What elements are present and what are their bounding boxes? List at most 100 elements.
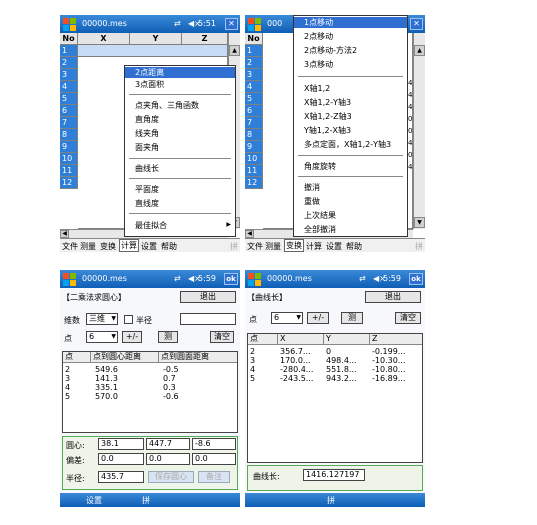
- result-list[interactable]: 点 点到圆心距离 点到圆面距离 2 549.6 -0.5 3 141.3 0.7…: [62, 351, 238, 433]
- grid-row-header[interactable]: 10: [245, 153, 263, 165]
- menu-item-x12-y3[interactable]: X轴1,2-Y轴3: [294, 97, 351, 108]
- list-header-dist-center[interactable]: 点到圆心距离: [91, 352, 159, 363]
- grid-row-header[interactable]: 10: [60, 153, 78, 165]
- list-header-x[interactable]: X: [278, 334, 324, 345]
- radius-input[interactable]: [180, 313, 236, 325]
- scroll-left-icon[interactable]: ◀: [60, 230, 69, 238]
- center-x-field[interactable]: 38.1: [98, 438, 144, 450]
- menu-item-curve-length[interactable]: 曲线长: [125, 163, 159, 174]
- dev-y-field[interactable]: 0.0: [146, 453, 190, 465]
- plus-minus-button[interactable]: +/-: [122, 331, 142, 343]
- signal-icon[interactable]: ⇄: [359, 274, 366, 283]
- grid-row-header[interactable]: 9: [60, 141, 78, 153]
- vertical-scrollbar[interactable]: ▲ ▼: [413, 33, 425, 229]
- grid-row-header[interactable]: 7: [60, 117, 78, 129]
- menu-item-1pt-move[interactable]: 1点移动: [294, 17, 407, 28]
- dev-x-field[interactable]: 0.0: [98, 453, 144, 465]
- menu-item-flatness[interactable]: 平面度: [125, 184, 159, 195]
- list-header-point[interactable]: 点: [248, 334, 278, 345]
- grid-row-header[interactable]: 12: [60, 177, 78, 189]
- list-header-y[interactable]: Y: [324, 334, 370, 345]
- measure-button[interactable]: 测: [341, 312, 363, 324]
- scroll-down-icon[interactable]: ▼: [414, 217, 425, 228]
- menu-item-straightness[interactable]: 直线度: [125, 198, 159, 209]
- grid-row-header[interactable]: 3: [245, 69, 263, 81]
- menu-item-line-angle[interactable]: 线夹角: [125, 128, 159, 139]
- save-center-button[interactable]: 保存圆心: [148, 471, 194, 483]
- grid-row-header[interactable]: 9: [245, 141, 263, 153]
- dev-z-field[interactable]: 0.0: [192, 453, 236, 465]
- grid-header-z[interactable]: Z: [182, 33, 228, 45]
- grid-row-header[interactable]: 5: [245, 93, 263, 105]
- menu-item-y12-x3[interactable]: Y轴1,2-X轴3: [294, 125, 351, 136]
- windows-start-icon[interactable]: [247, 17, 262, 31]
- settings-softkey[interactable]: 设置: [86, 495, 102, 506]
- menu-item-best-fit[interactable]: 最佳拟合: [125, 220, 167, 231]
- list-header-point[interactable]: 点: [63, 352, 91, 363]
- scroll-left-icon[interactable]: ◀: [245, 230, 254, 238]
- menu-settings[interactable]: 设置: [326, 241, 342, 252]
- menu-item-plane-angle[interactable]: 面夹角: [125, 142, 159, 153]
- grid-row-header[interactable]: 6: [60, 105, 78, 117]
- clock[interactable]: 5:59: [383, 274, 401, 283]
- menu-item-undo-all[interactable]: 全部撤消: [294, 224, 336, 235]
- note-button[interactable]: 备注: [198, 471, 230, 483]
- menu-transform[interactable]: 变换: [284, 239, 304, 252]
- signal-icon[interactable]: ⇄: [174, 19, 181, 28]
- grid-row-header[interactable]: 7: [245, 117, 263, 129]
- plus-minus-button[interactable]: +/-: [307, 312, 329, 324]
- point-select[interactable]: 6 ▼: [271, 312, 303, 324]
- menu-item-rotate[interactable]: 角度旋转: [294, 161, 336, 172]
- menu-item-right-angle[interactable]: 直角度: [125, 114, 159, 125]
- menu-file[interactable]: 文件: [247, 241, 263, 252]
- menu-calculate[interactable]: 计算: [119, 239, 139, 252]
- menu-help[interactable]: 帮助: [161, 241, 177, 252]
- grid-row-header[interactable]: 3: [60, 69, 78, 81]
- clear-button[interactable]: 清空: [210, 331, 234, 343]
- keyboard-icon[interactable]: 拼: [327, 495, 335, 506]
- signal-icon[interactable]: ⇄: [174, 274, 181, 283]
- grid-row-header[interactable]: 2: [60, 57, 78, 69]
- grid-row-header[interactable]: 6: [245, 105, 263, 117]
- center-z-field[interactable]: -8.6: [192, 438, 236, 450]
- grid-row-header[interactable]: 5: [60, 93, 78, 105]
- radius-checkbox[interactable]: [124, 315, 133, 324]
- menu-item-redo[interactable]: 重做: [294, 196, 320, 207]
- windows-start-icon[interactable]: [247, 272, 262, 286]
- close-icon[interactable]: ✕: [410, 18, 423, 30]
- exit-button[interactable]: 退出: [180, 291, 236, 303]
- menu-item-3pt-move[interactable]: 3点移动: [294, 59, 333, 70]
- point-list[interactable]: 点 X Y Z 2 356.7... 0 -0.199... 3 170.0..…: [247, 333, 423, 463]
- list-header-z[interactable]: Z: [370, 334, 422, 345]
- keyboard-icon[interactable]: 拼: [142, 495, 150, 506]
- grid-header-no[interactable]: No: [245, 33, 263, 45]
- menu-help[interactable]: 帮助: [346, 241, 362, 252]
- menu-settings[interactable]: 设置: [141, 241, 157, 252]
- close-icon[interactable]: ✕: [225, 18, 238, 30]
- menu-file[interactable]: 文件: [62, 241, 78, 252]
- menu-item-x-axis-12[interactable]: X轴1,2: [294, 83, 330, 94]
- grid-row-header[interactable]: 4: [245, 81, 263, 93]
- menu-item-multi-plane[interactable]: 多点定面，X轴1,2-Y轴3: [294, 139, 391, 150]
- menu-transform[interactable]: 变换: [100, 241, 116, 252]
- exit-button[interactable]: 退出: [365, 291, 421, 303]
- curve-length-field[interactable]: 1416.127197: [303, 469, 365, 481]
- grid-row-header[interactable]: 2: [245, 57, 263, 69]
- menu-item-2pt-move[interactable]: 2点移动: [294, 31, 333, 42]
- measure-button[interactable]: 测: [158, 331, 178, 343]
- menu-item-3pt-area[interactable]: 3点面积: [125, 79, 164, 90]
- dimension-select[interactable]: 三维 ▼: [86, 313, 118, 325]
- grid-header-x[interactable]: X: [78, 33, 130, 45]
- clear-button[interactable]: 清空: [395, 312, 421, 324]
- grid-row-header[interactable]: 11: [245, 165, 263, 177]
- ok-button[interactable]: ok: [409, 273, 423, 285]
- menu-item-2pt-move-method2[interactable]: 2点移动-方法2: [294, 45, 357, 56]
- clock[interactable]: 5:51: [198, 19, 216, 28]
- grid-header-no[interactable]: No: [60, 33, 78, 45]
- scroll-up-icon[interactable]: ▲: [414, 45, 425, 56]
- keyboard-icon[interactable]: 拼: [415, 241, 423, 252]
- menu-item-x12-z3[interactable]: X轴1,2-Z轴3: [294, 111, 352, 122]
- r-value-field[interactable]: 435.7: [98, 471, 144, 483]
- menu-measure[interactable]: 测量: [80, 241, 96, 252]
- menu-calculate[interactable]: 计算: [306, 241, 322, 252]
